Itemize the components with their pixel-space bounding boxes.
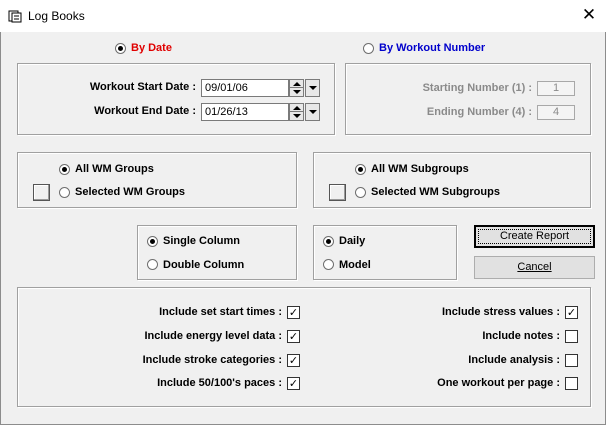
daily-label[interactable]: Daily (339, 235, 365, 247)
by-workout-number-label[interactable]: By Workout Number (379, 42, 485, 54)
spin-up-icon[interactable] (293, 82, 301, 86)
wm-subgroups-group (313, 152, 591, 208)
selected-wm-subgroups-label[interactable]: Selected WM Subgroups (371, 186, 500, 198)
option-label: One workout per page : (437, 377, 560, 389)
end-date-dropdown-icon[interactable] (305, 103, 320, 121)
spin-down-icon[interactable] (293, 114, 301, 118)
wm-groups-select-button[interactable] (33, 184, 50, 201)
by-date-radio[interactable] (115, 43, 126, 54)
all-wm-groups-radio[interactable] (59, 164, 70, 175)
option-label: Include stress values : (442, 306, 560, 318)
start-date-spinner[interactable] (289, 79, 304, 97)
double-column-radio[interactable] (147, 259, 158, 270)
close-icon[interactable]: ✕ (578, 5, 600, 27)
selected-wm-groups-label[interactable]: Selected WM Groups (75, 186, 185, 198)
ending-number-input[interactable]: 4 (537, 105, 575, 120)
analysis-checkbox[interactable] (565, 354, 578, 367)
selected-wm-subgroups-radio[interactable] (355, 187, 366, 198)
cancel-button-label: Cancel (517, 261, 552, 273)
date-range-group (17, 63, 335, 135)
spinner-divider (290, 111, 303, 112)
starting-number-label: Starting Number (1) : (422, 82, 532, 94)
start-date-dropdown-icon[interactable] (305, 79, 320, 97)
stress-values-checkbox[interactable]: ✓ (565, 306, 578, 319)
cancel-button[interactable]: Cancel (474, 256, 595, 279)
all-wm-subgroups-radio[interactable] (355, 164, 366, 175)
option-label: Include energy level data : (144, 330, 282, 342)
stroke-categories-checkbox[interactable]: ✓ (287, 354, 300, 367)
end-date-label: Workout End Date : (94, 105, 196, 117)
model-label[interactable]: Model (339, 259, 371, 271)
selected-wm-groups-radio[interactable] (59, 187, 70, 198)
spin-down-icon[interactable] (293, 90, 301, 94)
all-wm-subgroups-label[interactable]: All WM Subgroups (371, 163, 469, 175)
option-label: Include 50/100's paces : (157, 377, 282, 389)
single-column-label[interactable]: Single Column (163, 235, 240, 247)
title-bar (0, 0, 606, 32)
end-date-input[interactable]: 01/26/13 (201, 103, 289, 121)
single-column-radio[interactable] (147, 236, 158, 247)
option-label: Include analysis : (468, 354, 560, 366)
notes-checkbox[interactable] (565, 330, 578, 343)
column-layout-group (137, 225, 297, 280)
wm-subgroups-select-button[interactable] (329, 184, 346, 201)
starting-number-input[interactable]: 1 (537, 81, 575, 96)
start-date-label: Workout Start Date : (89, 81, 196, 93)
report-options-group (17, 287, 591, 407)
option-label: Include stroke categories : (142, 354, 282, 366)
end-date-spinner[interactable] (289, 103, 304, 121)
by-workout-number-radio[interactable] (363, 43, 374, 54)
create-report-button[interactable]: Create Report (474, 225, 595, 248)
window-title: Log Books (28, 9, 85, 23)
one-workout-per-page-checkbox[interactable] (565, 377, 578, 390)
energy-level-checkbox[interactable]: ✓ (287, 330, 300, 343)
model-radio[interactable] (323, 259, 334, 270)
logbook-app-icon (8, 10, 22, 23)
option-label: Include set start times : (159, 306, 282, 318)
double-column-label[interactable]: Double Column (163, 259, 244, 271)
spinner-divider (290, 87, 303, 88)
wm-groups-group (17, 152, 297, 208)
option-label: Include notes : (482, 330, 560, 342)
ending-number-label: Ending Number (4) : (426, 106, 532, 118)
by-date-label[interactable]: By Date (131, 42, 172, 54)
spin-up-icon[interactable] (293, 106, 301, 110)
all-wm-groups-label[interactable]: All WM Groups (75, 163, 154, 175)
workout-number-group (345, 63, 591, 135)
paces-checkbox[interactable]: ✓ (287, 377, 300, 390)
report-period-group (313, 225, 457, 280)
set-start-times-checkbox[interactable]: ✓ (287, 306, 300, 319)
start-date-input[interactable]: 09/01/06 (201, 79, 289, 97)
daily-radio[interactable] (323, 236, 334, 247)
